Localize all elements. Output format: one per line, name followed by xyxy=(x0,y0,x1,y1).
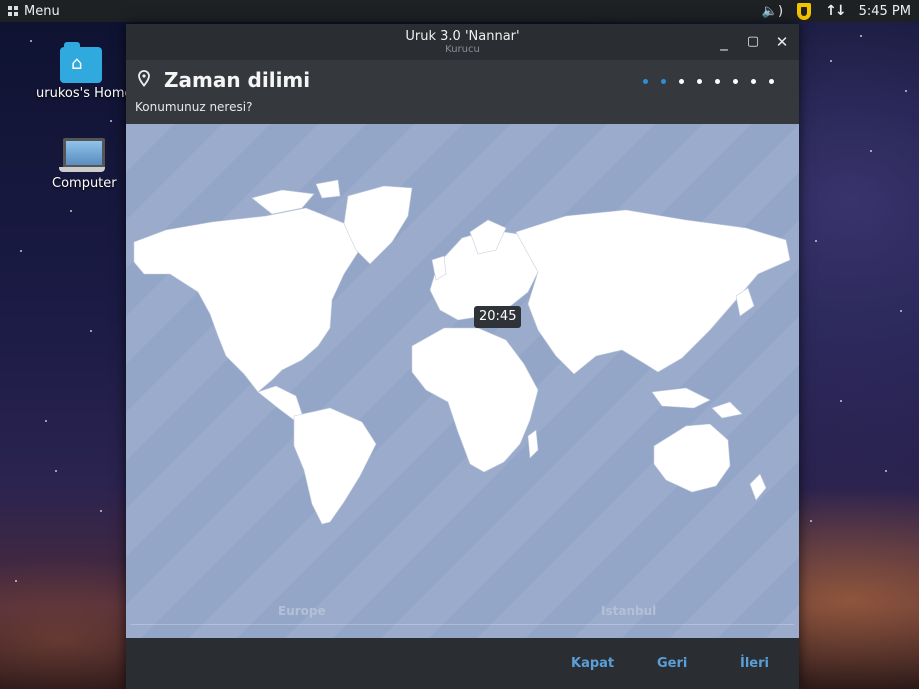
desktop-icon-label: urukos's Home xyxy=(36,86,133,101)
shield-icon[interactable] xyxy=(797,2,812,20)
up-down-arrows-icon[interactable]: ↑↓ xyxy=(825,3,847,19)
close-icon[interactable]: ✕ xyxy=(772,32,792,52)
step-dot xyxy=(697,79,702,84)
step-dot xyxy=(715,79,720,84)
city-label[interactable]: Istanbul xyxy=(601,604,656,618)
app-grid-icon xyxy=(8,6,18,16)
home-folder-icon: ⌂ xyxy=(60,42,102,83)
page-subtitle: Konumunuz neresi? xyxy=(135,100,253,114)
window-footer: Kapat Geri İleri xyxy=(126,638,799,689)
step-dot xyxy=(769,79,774,84)
region-divider xyxy=(131,624,794,625)
clock[interactable]: 5:45 PM xyxy=(859,4,911,19)
desktop-icon-label: Computer xyxy=(52,176,117,191)
window-subtitle: Kurucu xyxy=(445,44,480,55)
page-title: Zaman dilimi xyxy=(164,68,311,92)
speaker-icon[interactable]: 🔈) xyxy=(762,4,783,19)
installer-window: Uruk 3.0 'Nannar' Kurucu _ ▢ ✕ Zaman dil… xyxy=(126,24,799,689)
step-dot xyxy=(643,79,648,84)
world-map-graphic xyxy=(133,179,791,525)
timezone-map[interactable]: 20:45 Europe Istanbul xyxy=(126,124,799,638)
step-header: Zaman dilimi Konumunuz neresi? xyxy=(126,60,799,124)
top-panel: Menu 🔈) ↑↓ 5:45 PM xyxy=(0,0,919,22)
back-button[interactable]: Geri xyxy=(657,656,687,671)
maximize-icon[interactable]: ▢ xyxy=(743,32,763,52)
location-pin-icon xyxy=(138,70,150,92)
computer-icon xyxy=(59,138,105,172)
menu-button[interactable]: Menu xyxy=(0,4,60,19)
step-progress-indicator xyxy=(643,79,774,84)
region-label[interactable]: Europe xyxy=(278,604,326,618)
menu-label: Menu xyxy=(24,3,60,19)
system-tray: 🔈) ↑↓ 5:45 PM xyxy=(762,0,919,22)
window-title: Uruk 3.0 'Nannar' xyxy=(405,29,520,44)
window-titlebar[interactable]: Uruk 3.0 'Nannar' Kurucu _ ▢ ✕ xyxy=(126,24,799,60)
timezone-time-tooltip: 20:45 xyxy=(474,306,522,328)
minimize-icon[interactable]: _ xyxy=(714,32,734,52)
step-dot xyxy=(661,79,666,84)
step-dot xyxy=(733,79,738,84)
step-dot xyxy=(679,79,684,84)
next-button[interactable]: İleri xyxy=(740,656,769,671)
step-dot xyxy=(751,79,756,84)
close-button[interactable]: Kapat xyxy=(571,656,614,671)
